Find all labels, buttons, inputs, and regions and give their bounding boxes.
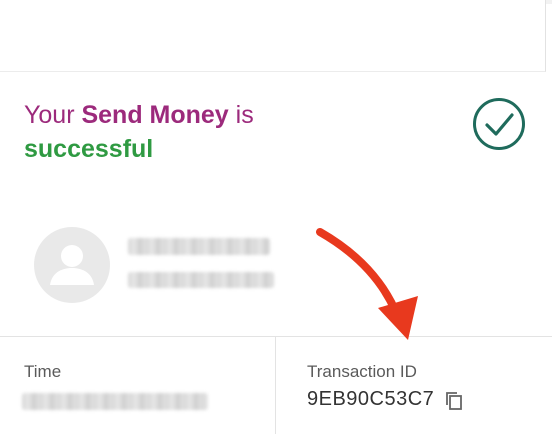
copy-icon[interactable] [444,390,464,412]
red-arrow-annotation [316,228,418,340]
status-prefix: Your [24,101,82,129]
transaction-id-label: Transaction ID [307,362,417,381]
recipient-number-redacted [128,272,274,288]
status-suffix: is [228,101,254,129]
check-circle-icon [473,98,525,150]
recipient-avatar [34,227,110,303]
status-result: successful [24,135,154,163]
status-service: Send Money [81,101,229,129]
time-value-redacted [22,393,208,410]
person-avatar-icon [50,245,94,285]
transaction-id-value[interactable]: 9EB90C53C7 [307,388,434,411]
payment-success-screen: Your Send Money is successful Time Trans… [0,0,552,434]
time-label: Time [24,362,62,381]
recipient-name-redacted [128,238,270,255]
details-divider-vertical [275,337,276,434]
status-message: Your Send Money is successful [24,98,254,166]
details-divider-horizontal [0,336,552,337]
header-card [0,0,546,72]
